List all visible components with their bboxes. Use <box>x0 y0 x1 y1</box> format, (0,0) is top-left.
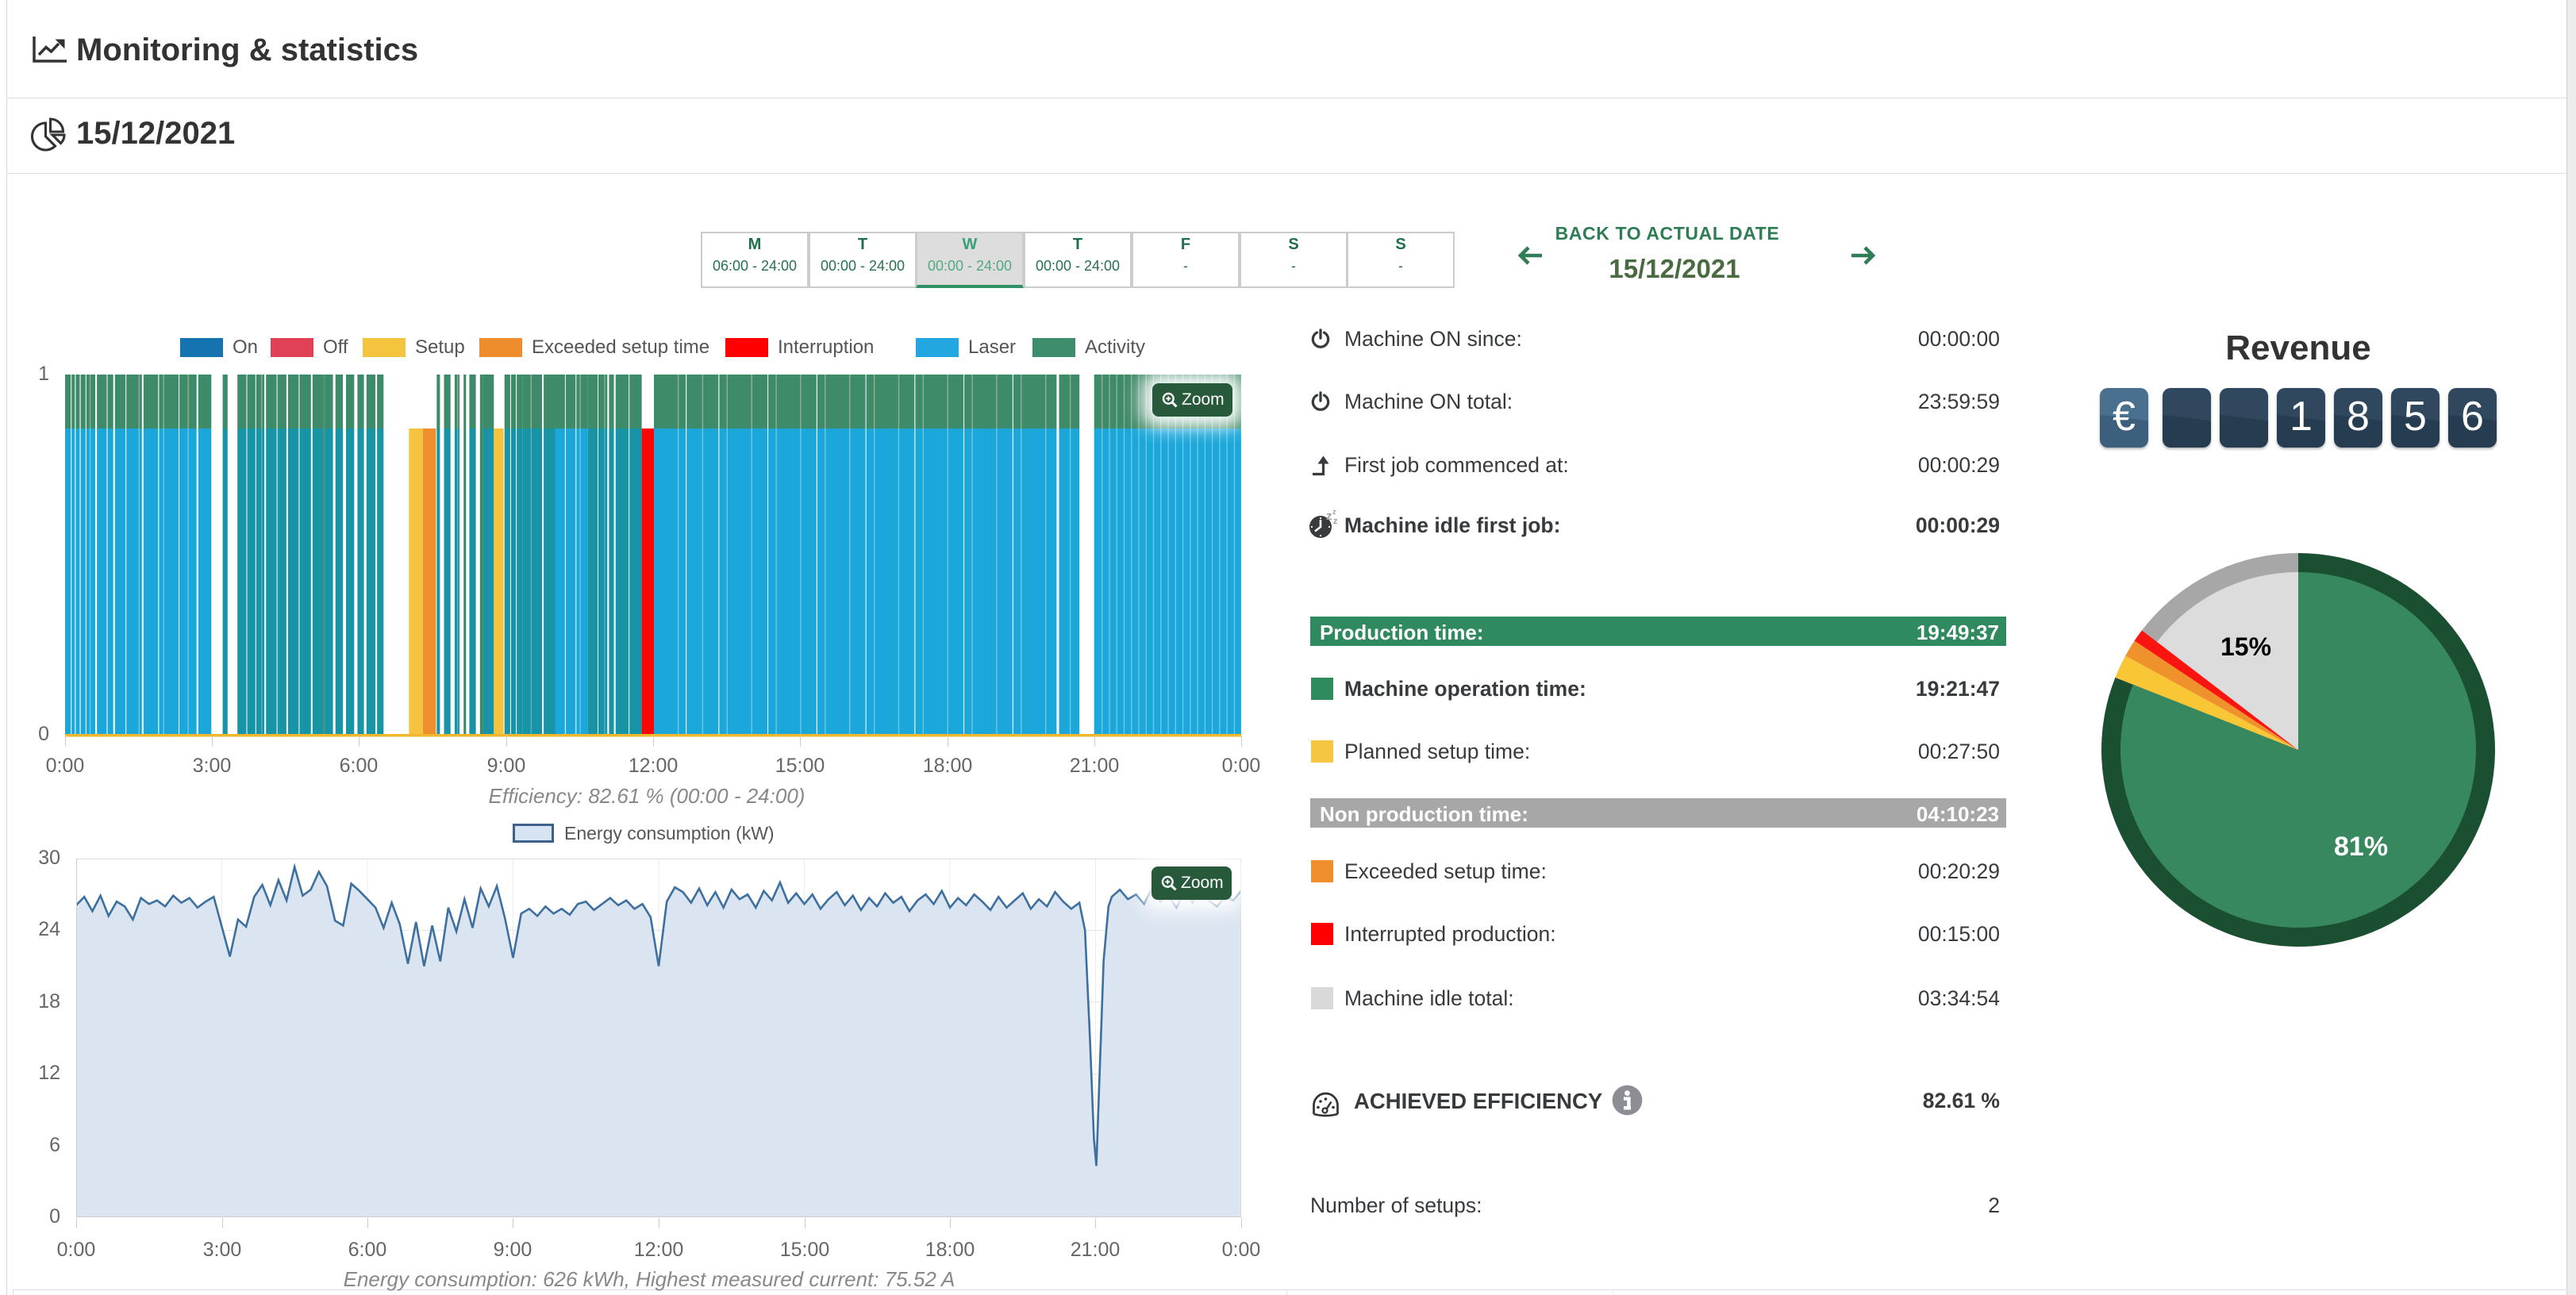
svg-text:z: z <box>1332 508 1336 516</box>
svg-text:z: z <box>1333 517 1338 526</box>
svg-text:z: z <box>1326 509 1332 523</box>
